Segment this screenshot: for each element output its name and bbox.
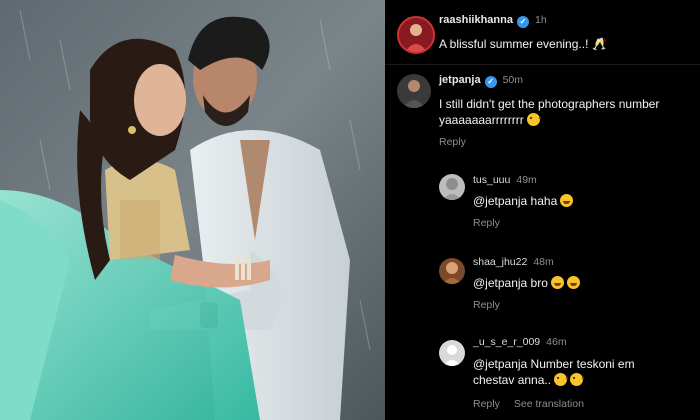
avatar[interactable]: [439, 174, 465, 200]
profile-picture-icon: [443, 262, 461, 284]
comment-username[interactable]: tus_uuu 49m: [473, 174, 537, 186]
avatar[interactable]: [397, 74, 431, 108]
screenshot-frame: raashiikhanna ✓ 1h A blissful summer eveni…: [0, 0, 700, 420]
post-photo: [0, 0, 385, 420]
reply-button[interactable]: Reply: [473, 299, 500, 311]
comment-text: @jetpanja Number teskoni em chestav anna…: [473, 357, 635, 387]
rolling-eyes-icon: [526, 113, 541, 126]
laughing-icon: [566, 276, 580, 289]
verified-badge-icon: ✓: [516, 16, 529, 28]
comments-panel: raashiikhanna ✓ 1h A blissful summer eveni…: [385, 0, 700, 420]
avatar[interactable]: [439, 258, 465, 284]
comment-text: A blissful summer evening..! 🥂: [439, 37, 608, 51]
default-profile-icon: [443, 345, 461, 366]
see-translation-link[interactable]: See translation: [514, 398, 584, 410]
profile-picture-icon: [443, 178, 461, 200]
couple-photo-illustration: [0, 0, 385, 420]
avatar[interactable]: [397, 16, 435, 54]
comment-username[interactable]: shaa_jhu22 48m: [473, 256, 554, 268]
avatar[interactable]: [439, 340, 465, 366]
profile-picture-icon: [405, 24, 427, 52]
divider: [385, 64, 700, 65]
sad-face-icon: [570, 373, 585, 386]
comment-username[interactable]: jetpanja ✓ 50m: [439, 74, 523, 88]
reply-button[interactable]: Reply: [473, 217, 500, 229]
champagne-glasses-icon: 🥂: [592, 37, 608, 51]
reply-button[interactable]: Reply: [439, 136, 466, 148]
comment-username[interactable]: raashiikhanna ✓ 1h: [439, 14, 547, 28]
comment-text: I still didn't get the photographers num…: [439, 97, 660, 127]
reply-button[interactable]: Reply: [473, 398, 500, 410]
comment-text: @jetpanja bro: [473, 275, 580, 291]
reply-actions: Reply See translation: [473, 398, 584, 410]
verified-badge-icon: ✓: [484, 76, 497, 88]
comment-username[interactable]: _u_s_e_r_009 46m: [473, 336, 567, 348]
profile-picture-icon: [403, 80, 425, 108]
comment-text: @jetpanja haha: [473, 193, 574, 209]
laughing-icon: [550, 276, 564, 289]
laughing-icon: [560, 194, 574, 207]
sad-face-icon: [554, 373, 569, 386]
